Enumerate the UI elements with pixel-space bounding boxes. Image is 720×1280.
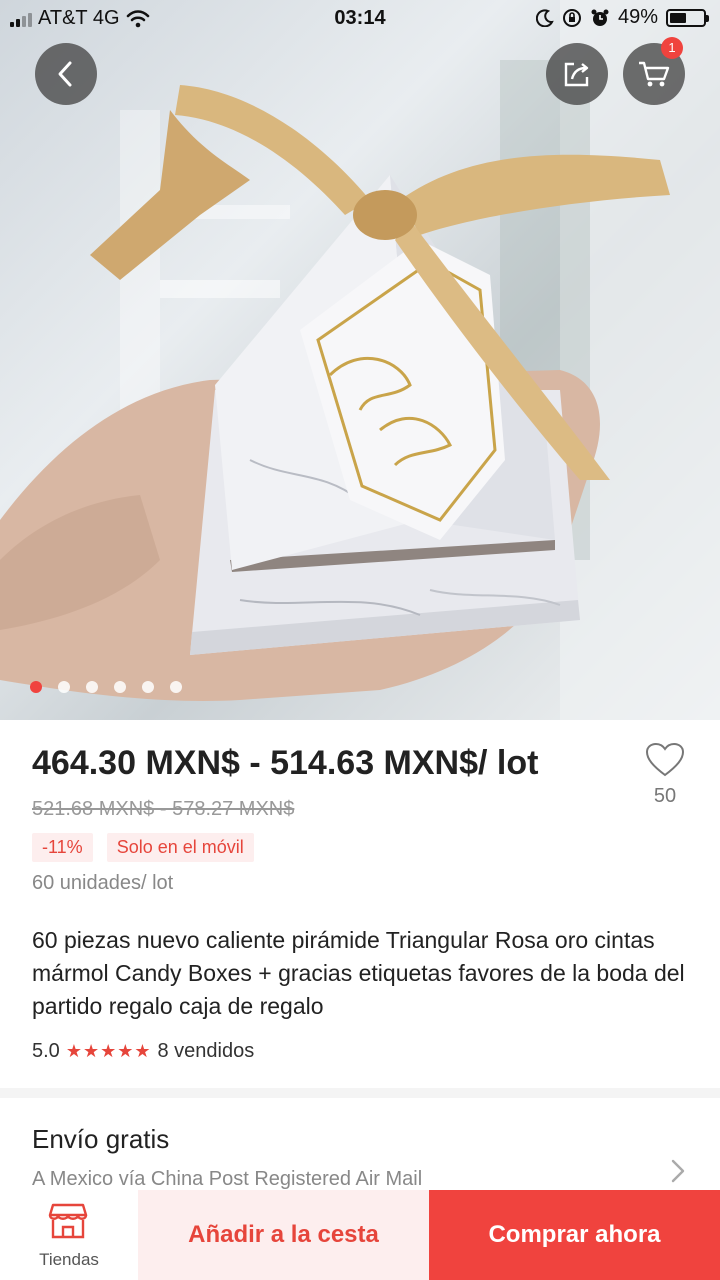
back-arrow-icon	[58, 61, 72, 87]
section-divider	[0, 1088, 720, 1098]
gallery-dot[interactable]	[86, 681, 98, 693]
shipping-method: A Mexico vía China Post Registered Air M…	[32, 1168, 423, 1190]
cart-badge: 1	[661, 37, 683, 59]
store-icon	[48, 1203, 88, 1239]
rotation-lock-icon	[562, 8, 581, 27]
product-image-gallery[interactable]	[0, 0, 720, 720]
sold-count: 8 vendidos	[157, 1040, 255, 1062]
cart-icon	[639, 61, 670, 87]
battery-icon	[666, 8, 709, 27]
add-to-cart-button[interactable]: Añadir a la cesta	[138, 1190, 429, 1280]
store-label: Tiendas	[39, 1250, 99, 1269]
mobile-only-tag: Solo en el móvil	[106, 833, 254, 862]
favorite-button[interactable]: 50	[640, 742, 690, 808]
back-button[interactable]	[35, 43, 97, 105]
alarm-icon	[591, 9, 609, 26]
store-button[interactable]: Tiendas	[0, 1190, 138, 1280]
heart-icon	[645, 742, 685, 777]
buy-now-button[interactable]: Comprar ahora	[429, 1190, 720, 1280]
rating-score: 5.0	[32, 1040, 60, 1062]
units-per-lot: 60 unidades/ lot	[32, 872, 174, 894]
product-price: 464.30 MXN$ - 514.63 MXN$/ lot	[32, 744, 539, 782]
shipping-title: Envío gratis	[32, 1124, 170, 1154]
gallery-dot[interactable]	[142, 681, 154, 693]
gallery-dot[interactable]	[170, 681, 182, 693]
moon-icon	[535, 8, 554, 27]
product-title: 60 piezas nuevo caliente pirámide Triang…	[32, 927, 685, 1019]
rating-stars: ★★★★★	[65, 1041, 152, 1061]
chevron-right-icon	[671, 1159, 685, 1183]
status-right: 49%	[535, 6, 709, 29]
favorite-count: 50	[653, 785, 677, 807]
original-price: 521.68 MXN$ - 578.27 MXN$	[32, 798, 295, 820]
gallery-dot[interactable]	[114, 681, 126, 693]
share-button[interactable]	[546, 43, 608, 105]
rating-row[interactable]: 5.0 ★★★★★ 8 vendidos	[32, 1040, 254, 1063]
gallery-pagination	[30, 681, 182, 693]
gallery-dot[interactable]	[58, 681, 70, 693]
status-bar: AT&T 4G 03:14 49%	[0, 0, 720, 36]
gallery-dot[interactable]	[30, 681, 42, 693]
cart-button[interactable]: 1	[623, 37, 685, 105]
share-icon	[564, 62, 589, 87]
discount-tag: -11%	[32, 833, 93, 862]
bottom-action-bar: Tiendas Añadir a la cesta Comprar ahora	[0, 1190, 720, 1280]
product-photo	[0, 0, 720, 720]
battery-percent: 49%	[617, 6, 658, 28]
promo-tags: -11% Solo en el móvil	[32, 833, 254, 862]
